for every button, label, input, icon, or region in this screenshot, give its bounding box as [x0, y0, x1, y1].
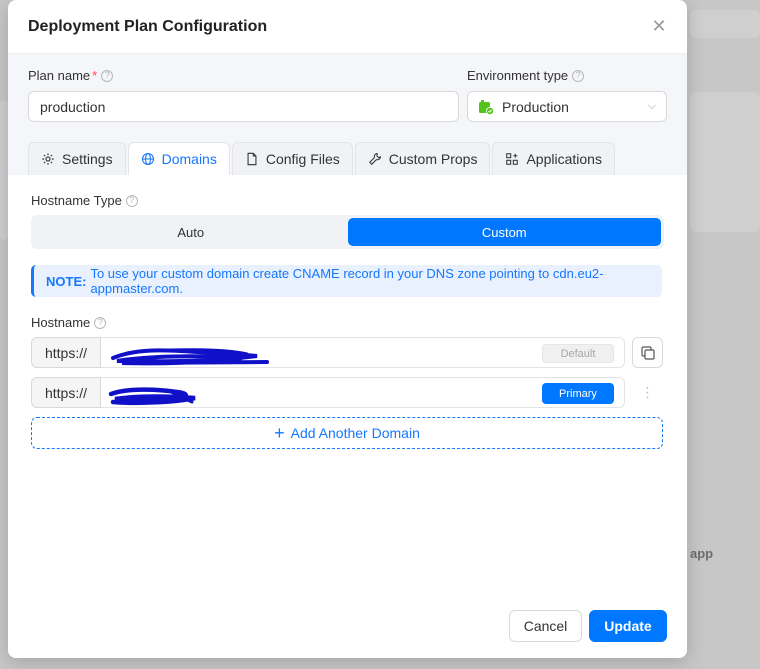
required-mark: * — [92, 68, 98, 83]
tab-domains[interactable]: Domains — [127, 142, 230, 175]
hostname-input[interactable]: Primary — [101, 377, 625, 408]
background-text: app — [690, 546, 714, 561]
close-icon[interactable]: ✕ — [651, 16, 667, 37]
tab-label: Config Files — [265, 151, 340, 167]
hostname-input[interactable]: Default — [101, 337, 625, 368]
hostname-type-label: Hostname Type ? — [31, 193, 138, 208]
plan-name-label: Plan name * ? — [28, 68, 114, 83]
hostname-row: https:// Default — [31, 337, 625, 368]
add-domain-label: Add Another Domain — [290, 425, 420, 441]
add-another-domain-button[interactable]: + Add Another Domain — [31, 417, 663, 449]
hostname-type-toggle: Auto Custom — [31, 215, 664, 249]
environment-icon — [479, 99, 494, 115]
help-icon[interactable]: ? — [101, 69, 114, 82]
cancel-button[interactable]: Cancel — [509, 610, 582, 642]
tab-config-files[interactable]: Config Files — [231, 142, 353, 175]
environment-type-label-text: Environment type — [467, 68, 569, 83]
plus-icon: + — [274, 423, 285, 443]
update-button[interactable]: Update — [589, 610, 667, 642]
help-icon[interactable]: ? — [125, 194, 138, 207]
note-text: To use your custom domain create CNAME r… — [90, 266, 604, 296]
tab-label: Applications — [526, 151, 602, 167]
environment-type-label: Environment type ? — [467, 68, 585, 83]
cname-note: NOTE: To use your custom domain create C… — [31, 265, 662, 297]
plan-name-input[interactable] — [28, 91, 459, 122]
help-icon[interactable]: ? — [572, 69, 585, 82]
redaction-scribble — [111, 348, 269, 366]
environment-type-value: Production — [502, 98, 569, 115]
deployment-plan-modal: Deployment Plan Configuration ✕ Plan nam… — [8, 0, 687, 658]
config-tabs: Settings Domains Config Files Custom Pro… — [28, 142, 615, 175]
more-options-icon[interactable]: ⋮ — [632, 377, 663, 408]
hostname-type-custom[interactable]: Custom — [347, 218, 661, 246]
help-icon[interactable]: ? — [94, 316, 107, 329]
gear-icon — [42, 153, 54, 165]
hostname-label: Hostname ? — [31, 315, 107, 330]
hostname-prefix: https:// — [31, 377, 101, 408]
hostname-row: https:// Primary — [31, 377, 625, 408]
plan-name-label-text: Plan name — [28, 68, 91, 83]
tab-settings[interactable]: Settings — [28, 142, 126, 175]
hostname-label-text: Hostname — [31, 315, 91, 330]
note-prefix: NOTE: — [46, 273, 87, 289]
copy-button[interactable] — [632, 337, 663, 368]
redaction-scribble — [108, 387, 196, 406]
tab-label: Settings — [62, 151, 113, 167]
hostname-prefix: https:// — [31, 337, 101, 368]
hostname-type-label-text: Hostname Type — [31, 193, 122, 208]
background-panel — [690, 92, 760, 232]
background-panel — [0, 100, 8, 240]
primary-tag[interactable]: Primary — [542, 383, 614, 404]
environment-type-select[interactable]: Production ⌵ — [467, 91, 667, 122]
hostname-type-auto[interactable]: Auto — [34, 218, 348, 246]
tab-custom-props[interactable]: Custom Props — [354, 142, 491, 175]
file-icon — [247, 152, 257, 166]
globe-icon — [141, 152, 154, 166]
apps-icon — [506, 153, 519, 165]
modal-title: Deployment Plan Configuration — [28, 17, 268, 35]
tab-label: Domains — [161, 151, 217, 167]
default-tag: Default — [542, 344, 614, 363]
wrench-icon — [368, 153, 381, 165]
modal-header: Deployment Plan Configuration ✕ — [8, 0, 687, 54]
tab-applications[interactable]: Applications — [492, 142, 615, 175]
chevron-down-icon: ⌵ — [647, 100, 656, 112]
copy-icon — [640, 345, 655, 360]
background-panel — [690, 10, 760, 38]
tab-label: Custom Props — [388, 151, 478, 167]
